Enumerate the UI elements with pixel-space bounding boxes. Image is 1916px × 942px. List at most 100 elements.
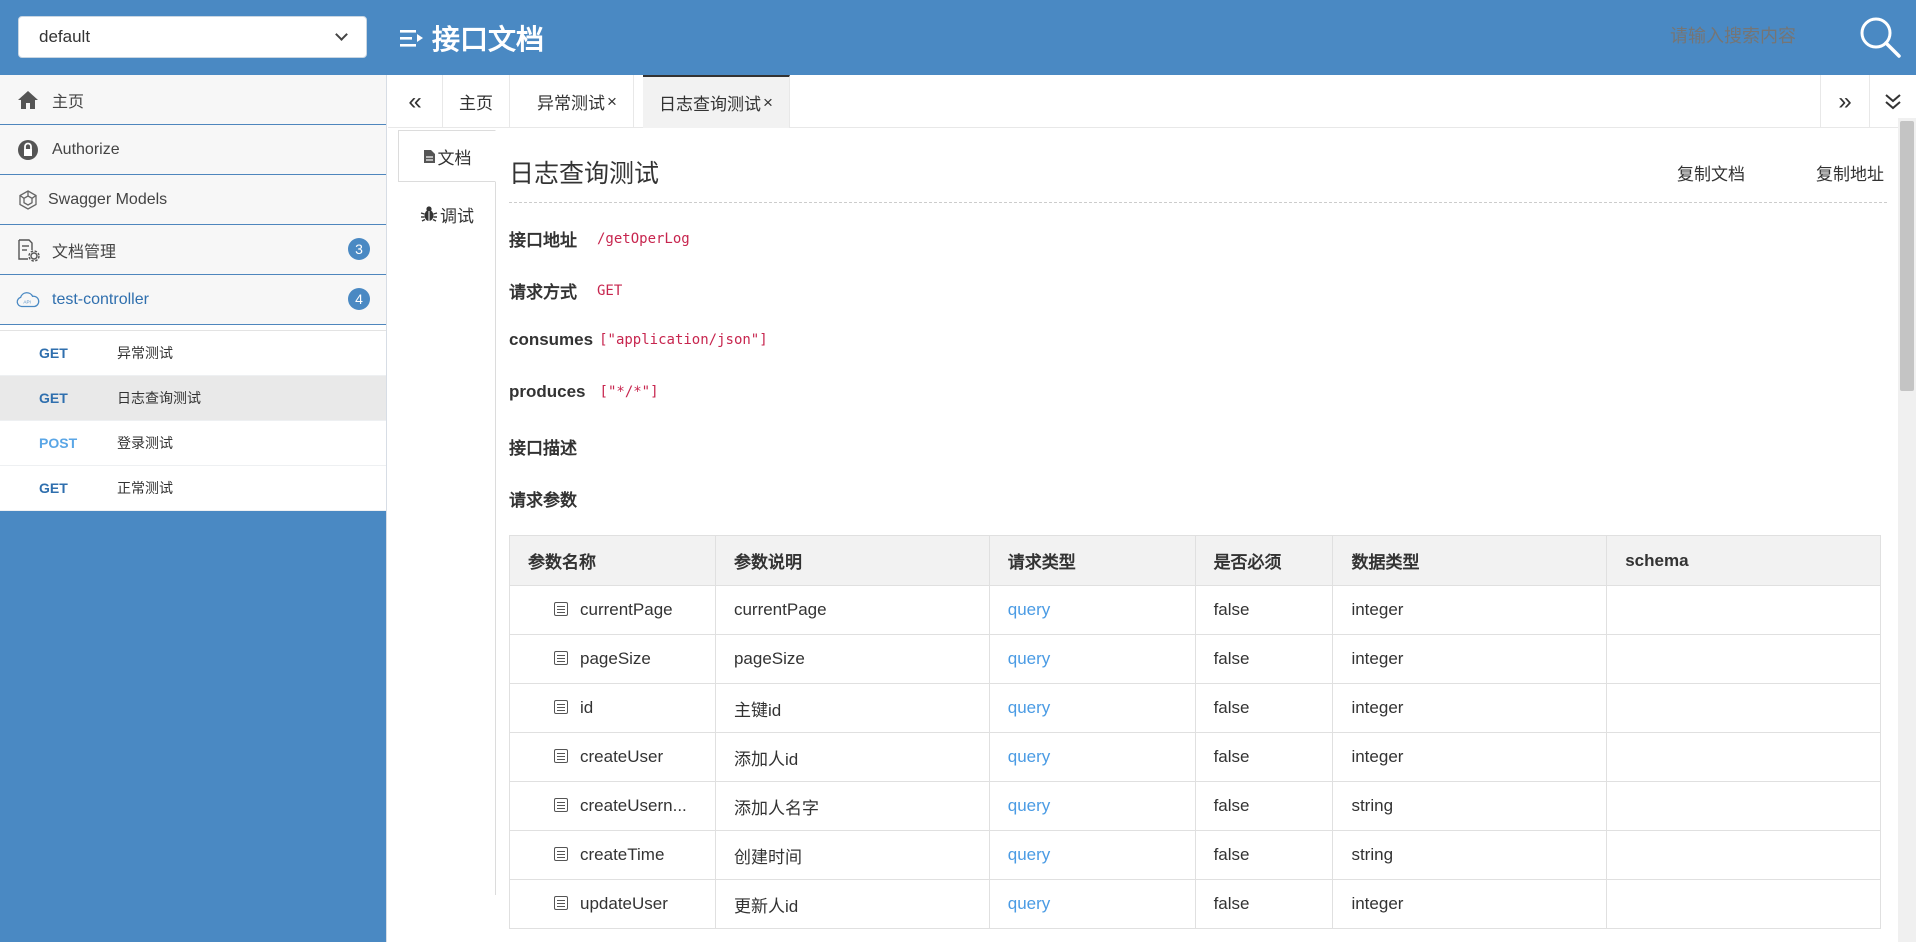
- method-label: POST: [39, 435, 78, 451]
- param-type-cell: integer: [1332, 879, 1608, 929]
- bug-icon: [420, 206, 438, 222]
- field-value: ["*/*"]: [599, 384, 659, 400]
- count-badge: 3: [348, 238, 370, 260]
- group-select[interactable]: default: [18, 16, 367, 58]
- param-schema-cell: [1606, 683, 1881, 733]
- sidebar-item-label: test-controller: [52, 290, 149, 308]
- api-name: 登录测试: [117, 435, 173, 451]
- doc-title: 日志查询测试: [509, 160, 660, 188]
- param-name-cell: updateUser: [509, 879, 716, 929]
- param-in-cell: query: [989, 830, 1196, 880]
- file-text-icon: [423, 149, 435, 163]
- close-icon[interactable]: ×: [763, 93, 773, 113]
- param-desc-cell: currentPage: [715, 585, 990, 635]
- list-icon: [554, 896, 568, 910]
- param-name-cell: createTime: [509, 830, 716, 880]
- scrollbar-thumb[interactable]: [1900, 121, 1914, 391]
- param-in-cell: query: [989, 585, 1196, 635]
- search-input[interactable]: [1670, 26, 1840, 47]
- param-in-cell: query: [989, 732, 1196, 782]
- tab-debug[interactable]: 调试: [398, 188, 496, 240]
- list-icon: [554, 749, 568, 763]
- tab-label: 日志查询测试: [659, 95, 761, 114]
- param-required-cell: false: [1195, 781, 1334, 831]
- tab-label: 调试: [440, 206, 474, 226]
- field-key: 请求方式: [509, 283, 577, 302]
- sidebar-item-home[interactable]: 主页: [0, 75, 386, 125]
- table-row: pageSize pageSize query false integer: [509, 634, 1881, 684]
- table-row: createTime 创建时间 query false string: [509, 830, 1881, 880]
- field-key: 请求参数: [509, 491, 577, 510]
- params-table: 参数名称 参数说明 请求类型 是否必须 数据类型 schema currentP…: [509, 535, 1881, 929]
- table-row: currentPage currentPage query false integer: [509, 585, 1881, 635]
- param-required-cell: false: [1195, 732, 1334, 782]
- param-in-cell: query: [989, 879, 1196, 929]
- param-desc-cell: 添加人名字: [715, 781, 990, 831]
- home-icon: [16, 88, 40, 112]
- param-name-cell: createUsern...: [509, 781, 716, 831]
- tab-bar: « 主页 异常测试 × 日志查询测试 × »: [388, 75, 1916, 128]
- field-request-params: 请求参数: [509, 486, 597, 511]
- close-icon[interactable]: ×: [607, 92, 617, 112]
- param-desc-cell: pageSize: [715, 634, 990, 684]
- method-label: GET: [39, 390, 68, 406]
- field-consumes: consumes ["application/json"]: [509, 330, 768, 350]
- param-schema-cell: [1606, 585, 1881, 635]
- param-type-cell: integer: [1332, 585, 1608, 635]
- tab-scroll-right-button[interactable]: »: [1820, 75, 1870, 128]
- double-chevron-down-icon: [1885, 93, 1901, 109]
- param-in-cell: query: [989, 781, 1196, 831]
- top-bar: default 接口文档: [0, 0, 1916, 75]
- param-name: createUsern...: [580, 796, 687, 815]
- vertical-scrollbar[interactable]: [1898, 118, 1916, 942]
- divider: [509, 202, 1887, 203]
- sidebar-item-label: Authorize: [52, 140, 120, 158]
- tab-doc[interactable]: 文档: [398, 130, 496, 182]
- tab-home[interactable]: 主页: [443, 75, 510, 128]
- field-produces: produces ["*/*"]: [509, 382, 659, 402]
- param-schema-cell: [1606, 781, 1881, 831]
- list-icon: [554, 651, 568, 665]
- table-row: createUser 添加人id query false integer: [509, 732, 1881, 782]
- sidebar-item-label: 主页: [52, 93, 85, 111]
- method-label: GET: [39, 345, 68, 361]
- search-icon[interactable]: [1858, 15, 1902, 59]
- param-type-cell: string: [1332, 781, 1608, 831]
- lock-icon: [16, 138, 40, 162]
- param-name-cell: id: [509, 683, 716, 733]
- api-item[interactable]: POST 登录测试: [0, 421, 386, 466]
- doc-side-tabs: 文档 调试: [398, 130, 496, 895]
- table-row: id 主键id query false integer: [509, 683, 1881, 733]
- sidebar-item-authorize[interactable]: Authorize: [0, 125, 386, 175]
- api-item[interactable]: GET 正常测试: [0, 466, 386, 511]
- copy-doc-button[interactable]: 复制文档: [1677, 160, 1745, 185]
- field-description: 接口描述: [509, 434, 597, 459]
- api-item-active[interactable]: GET 日志查询测试: [0, 376, 386, 421]
- field-url: 接口地址 /getOperLog: [509, 226, 690, 251]
- sidebar-item-test-controller[interactable]: API test-controller 4: [0, 275, 386, 325]
- api-item[interactable]: GET 异常测试: [0, 331, 386, 376]
- param-schema-cell: [1606, 830, 1881, 880]
- param-name: pageSize: [580, 649, 651, 668]
- sidebar-item-doc-manage[interactable]: 文档管理 3: [0, 225, 386, 275]
- param-name-cell: currentPage: [509, 585, 716, 635]
- param-desc-cell: 添加人id: [715, 732, 990, 782]
- column-header: schema: [1606, 535, 1881, 586]
- field-method: 请求方式 GET: [509, 278, 622, 303]
- param-required-cell: false: [1195, 634, 1334, 684]
- column-header: 是否必须: [1195, 535, 1334, 586]
- tab-log-query-test[interactable]: 日志查询测试 ×: [643, 75, 790, 128]
- tab-scroll-left-button[interactable]: «: [388, 75, 443, 128]
- column-header: 数据类型: [1332, 535, 1608, 586]
- menu-fold-icon[interactable]: [400, 28, 424, 48]
- param-in-cell: query: [989, 683, 1196, 733]
- param-required-cell: false: [1195, 879, 1334, 929]
- copy-url-button[interactable]: 复制地址: [1816, 160, 1884, 185]
- param-desc-cell: 创建时间: [715, 830, 990, 880]
- tab-exception-test[interactable]: 异常测试 ×: [521, 75, 634, 128]
- table-row: updateUser 更新人id query false integer: [509, 879, 1881, 929]
- sidebar-item-swagger-models[interactable]: Swagger Models: [0, 175, 386, 225]
- field-key: produces: [509, 382, 586, 401]
- field-value: /getOperLog: [597, 230, 690, 247]
- sidebar-item-label: 文档管理: [52, 243, 117, 261]
